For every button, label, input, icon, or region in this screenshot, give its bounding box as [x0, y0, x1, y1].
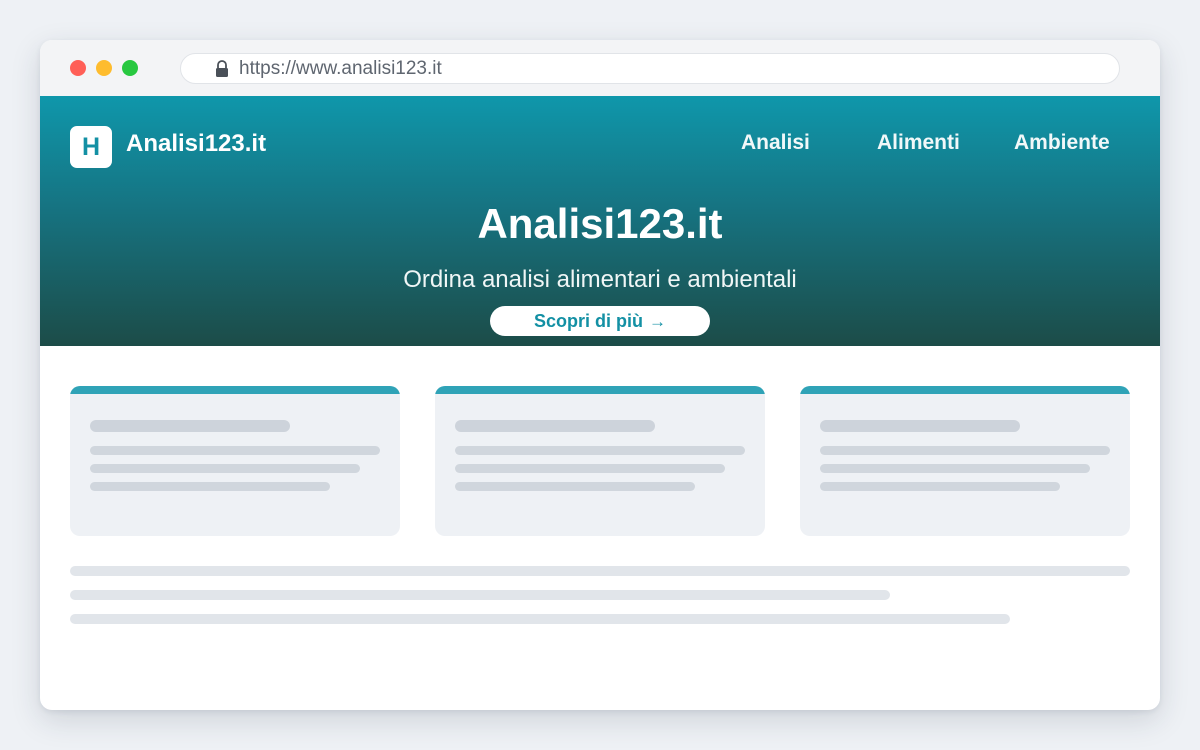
- maximize-window-button[interactable]: [122, 60, 138, 76]
- feature-card: [435, 386, 765, 536]
- arrow-right-icon: →: [649, 312, 666, 331]
- card-title-placeholder: [90, 420, 290, 432]
- paragraph-placeholder-line: [70, 590, 890, 600]
- site-logo[interactable]: H: [70, 126, 112, 168]
- site-brand-name[interactable]: Analisi123.it: [126, 130, 266, 158]
- hero-section: H Analisi123.it Analisi Alimenti Ambient…: [40, 96, 1160, 346]
- close-window-button[interactable]: [70, 60, 86, 76]
- card-title-placeholder: [455, 420, 655, 432]
- nav-link-alimenti[interactable]: Alimenti: [877, 130, 960, 156]
- browser-titlebar: https://www.analisi123.it: [40, 40, 1160, 96]
- card-text-placeholder: [820, 464, 1090, 473]
- paragraph-placeholder-line: [70, 566, 1130, 576]
- url-text: https://www.analisi123.it: [239, 58, 442, 79]
- card-text-placeholder: [90, 446, 380, 455]
- lock-icon: [216, 60, 228, 77]
- card-accent-bar: [70, 386, 400, 394]
- card-text-placeholder: [820, 482, 1060, 491]
- browser-window: https://www.analisi123.it H Analisi123.i…: [40, 40, 1160, 710]
- address-bar[interactable]: https://www.analisi123.it: [180, 53, 1120, 84]
- card-title-placeholder: [820, 420, 1020, 432]
- hero-title: Analisi123.it: [477, 200, 723, 247]
- paragraph-placeholder-line: [70, 614, 1010, 624]
- card-accent-bar: [435, 386, 765, 394]
- card-text-placeholder: [455, 464, 725, 473]
- card-text-placeholder: [820, 446, 1110, 455]
- card-text-placeholder: [90, 482, 330, 491]
- cta-label: Scopri di più: [533, 311, 643, 331]
- feature-card: [70, 386, 400, 536]
- card-text-placeholder: [90, 464, 360, 473]
- hero-subtitle: Ordina analisi alimentari e ambientali: [403, 266, 797, 293]
- feature-card: [800, 386, 1130, 536]
- card-accent-bar: [800, 386, 1130, 394]
- nav-link-analisi[interactable]: Analisi: [741, 130, 810, 156]
- minimize-window-button[interactable]: [96, 60, 112, 76]
- cta-button[interactable]: Scopri di più →: [490, 306, 710, 336]
- card-text-placeholder: [455, 482, 695, 491]
- card-text-placeholder: [455, 446, 745, 455]
- nav-link-ambiente[interactable]: Ambiente: [1014, 130, 1110, 156]
